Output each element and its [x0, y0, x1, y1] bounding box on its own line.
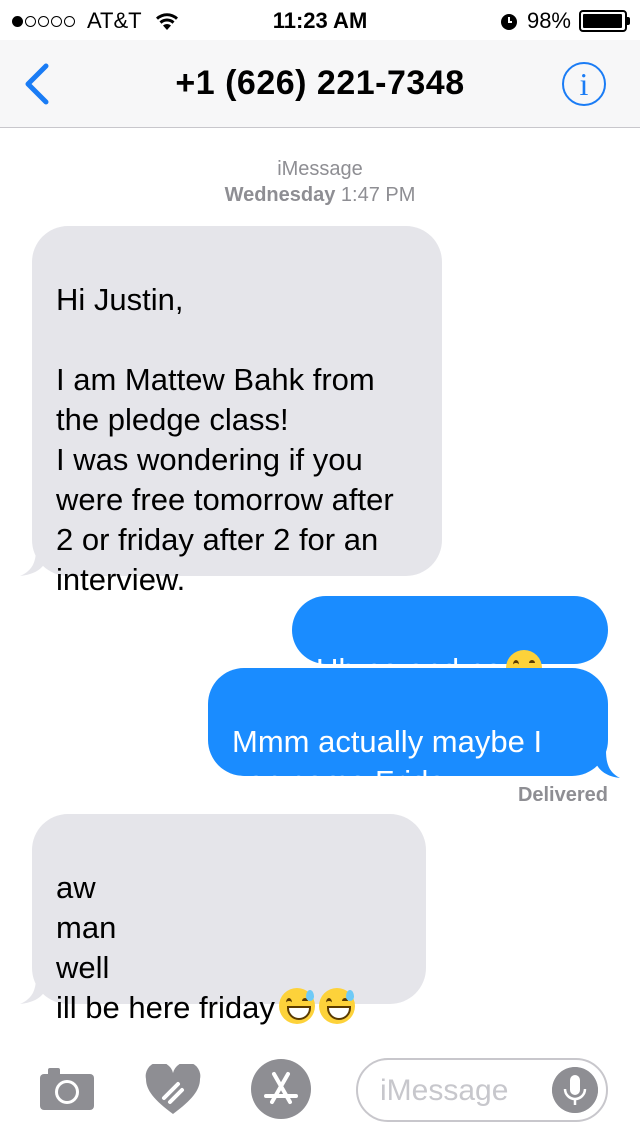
status-right: 98%: [499, 8, 630, 34]
message-bubble-incoming[interactable]: Hi Justin, I am Mattew Bahk from the ple…: [32, 226, 442, 597]
message-input[interactable]: [380, 1070, 540, 1112]
message-bubble-outgoing[interactable]: Mmm actually maybe I can come Friday: [208, 668, 608, 799]
message-bubble-outgoing[interactable]: Uh no and no: [292, 596, 608, 687]
contact-title: +1 (626) 221-7348: [175, 64, 465, 102]
info-button[interactable]: i: [562, 62, 606, 106]
delivered-label: Delivered: [517, 784, 608, 806]
timestamp-day: Wednesday: [224, 184, 336, 206]
battery-icon: [579, 10, 630, 32]
message-text: Mmm actually maybe I can come Friday: [232, 724, 543, 799]
app-store-icon[interactable]: [250, 1058, 312, 1120]
message-text: aw man well ill be here friday: [56, 870, 275, 1025]
message-text: Hi Justin, I am Mattew Bahk from the ple…: [56, 282, 394, 597]
timestamp-time: 1:47 PM: [340, 184, 416, 206]
status-bar: AT&T 11:23 AM 98%: [0, 0, 640, 40]
battery-percent: 98%: [526, 8, 571, 33]
camera-icon[interactable]: [38, 1066, 96, 1112]
conversation-header: iMessage Wednesday 1:47 PM: [0, 156, 640, 208]
conversation-view[interactable]: iMessage Wednesday 1:47 PM Hi Justin, I …: [0, 128, 640, 1028]
message-bubble-incoming[interactable]: aw man well ill be here friday: [32, 814, 426, 1025]
digital-touch-heart-icon[interactable]: [144, 1064, 202, 1116]
timestamp: Wednesday 1:47 PM: [0, 182, 640, 208]
nav-bar: +1 (626) 221-7348 i: [0, 40, 640, 128]
message-input-field[interactable]: [356, 1058, 608, 1122]
alarm-icon: [500, 14, 517, 30]
service-label: iMessage: [277, 158, 363, 180]
grinning-sweat-emoji-icon: [318, 988, 355, 1024]
grinning-sweat-emoji-icon: [278, 988, 315, 1024]
compose-toolbar: [0, 1040, 640, 1136]
microphone-icon[interactable]: [552, 1067, 598, 1113]
